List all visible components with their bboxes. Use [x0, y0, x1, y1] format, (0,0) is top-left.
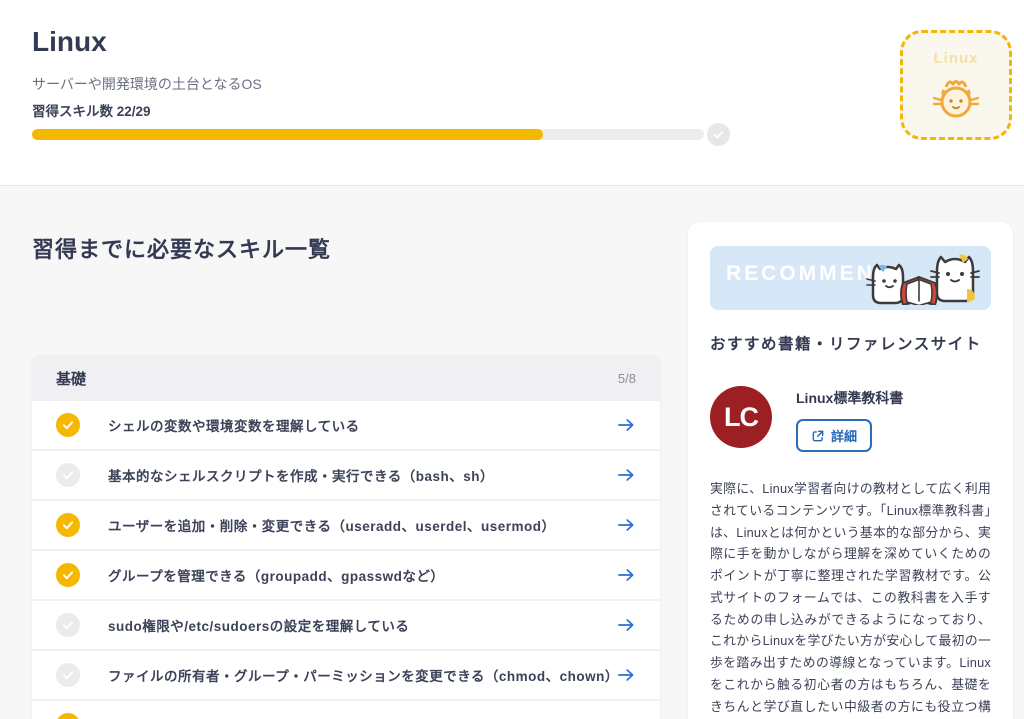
- recommend-sidebar: RECOMMEND: [688, 222, 1013, 719]
- linux-skill-page: Linux サーバーや開発環境の土台となるOS 習得スキル数 22/29 Lin…: [0, 0, 1024, 719]
- page-subtitle: サーバーや開発環境の土台となるOS: [32, 74, 262, 94]
- skill-label: ファイルの所有者・グループ・パーミッションを変更できる（chmod、chown）: [108, 665, 616, 685]
- skill-list-card: 基礎 5/8 シェルの変数や環境変数を理解している 基本的なシェルスクリプトを作…: [32, 355, 660, 719]
- skill-row[interactable]: ファイルの所有者・グループ・パーミッションを変更できる（chmod、chown）: [32, 651, 660, 701]
- skill-card-header: 基礎 5/8: [32, 355, 660, 401]
- detail-button[interactable]: 詳細: [796, 419, 872, 452]
- page-title: Linux: [32, 26, 107, 58]
- book-recommendation: LC Linux標準教科書 詳細: [710, 386, 991, 452]
- check-done-icon: [56, 713, 80, 719]
- arrow-right-icon[interactable]: [616, 615, 636, 635]
- skill-progress-bar: [32, 129, 704, 140]
- arrow-right-icon[interactable]: [616, 465, 636, 485]
- cats-reading-illustration-icon: [855, 241, 985, 310]
- book-description: 実際に、Linux学習者向けの教材として広く利用されているコンテンツです。「Li…: [710, 478, 991, 719]
- skill-label: シェルの変数や環境変数を理解している: [108, 415, 360, 435]
- book-info: Linux標準教科書 詳細: [796, 386, 903, 452]
- skill-row[interactable]: 基本的なシェルスクリプトを作成・実行できる（bash、sh）: [32, 451, 660, 501]
- linux-course-badge[interactable]: Linux: [900, 30, 1012, 140]
- sidebar-heading: おすすめ書籍・リファレンスサイト: [710, 332, 991, 354]
- check-todo-icon: [56, 663, 80, 687]
- skill-row[interactable]: ユーザーを追加・削除・変更できる（useradd、userdel、usermod…: [32, 501, 660, 551]
- skill-label: sudo権限や/etc/sudoersの設定を理解している: [108, 615, 409, 635]
- cat-mascot-icon: [903, 73, 1009, 130]
- skill-row[interactable]: [32, 701, 660, 719]
- skill-row[interactable]: グループを管理できる（groupadd、gpasswdなど）: [32, 551, 660, 601]
- lc-book-logo: LC: [710, 386, 772, 448]
- skill-label: 基本的なシェルスクリプトを作成・実行できる（bash、sh）: [108, 465, 494, 485]
- skill-row[interactable]: シェルの変数や環境変数を理解している: [32, 401, 660, 451]
- page-header: Linux サーバーや開発環境の土台となるOS 習得スキル数 22/29 Lin…: [0, 0, 1024, 186]
- detail-button-label: 詳細: [831, 426, 857, 445]
- check-done-icon: [56, 413, 80, 437]
- arrow-right-icon[interactable]: [616, 565, 636, 585]
- arrow-right-icon[interactable]: [616, 515, 636, 535]
- recommend-banner: RECOMMEND: [710, 246, 991, 310]
- skills-section-heading: 習得までに必要なスキル一覧: [32, 232, 331, 264]
- arrow-right-icon[interactable]: [616, 665, 636, 685]
- check-todo-icon: [56, 613, 80, 637]
- skill-card-title: 基礎: [56, 368, 86, 389]
- check-todo-icon: [56, 463, 80, 487]
- skill-label: ユーザーを追加・削除・変更できる（useradd、userdel、usermod…: [108, 515, 556, 535]
- check-done-icon: [56, 513, 80, 537]
- check-done-icon: [56, 563, 80, 587]
- skill-label: グループを管理できる（groupadd、gpasswdなど）: [108, 565, 444, 585]
- skill-card-count: 5/8: [618, 371, 636, 386]
- book-title: Linux標準教科書: [796, 388, 903, 408]
- arrow-right-icon[interactable]: [616, 415, 636, 435]
- skill-row[interactable]: sudo権限や/etc/sudoersの設定を理解している: [32, 601, 660, 651]
- external-link-icon: [811, 429, 825, 443]
- badge-label: Linux: [903, 50, 1009, 67]
- skill-count-label: 習得スキル数 22/29: [32, 100, 151, 120]
- progress-complete-check-icon: [707, 123, 730, 146]
- skill-progress-fill: [32, 129, 543, 140]
